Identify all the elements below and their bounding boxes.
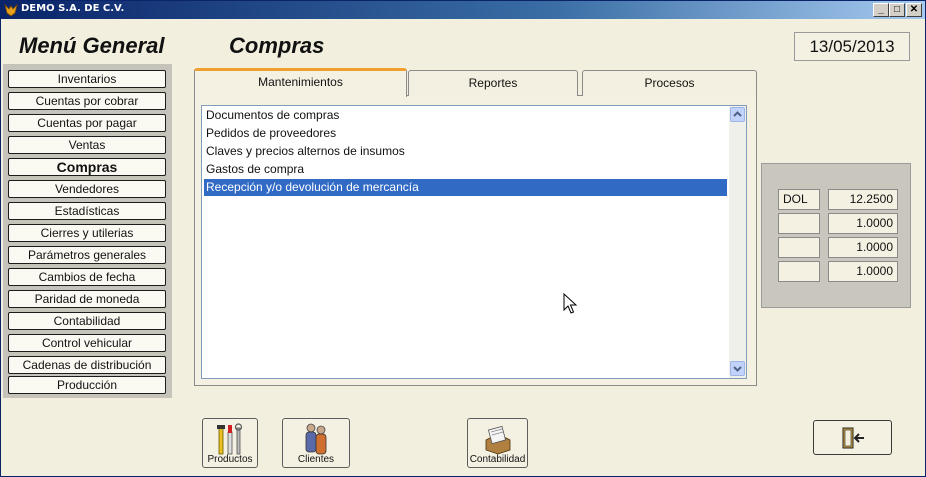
list-item[interactable]: Documentos de compras [204,107,727,124]
exit-button[interactable] [813,420,892,455]
sidebar-item-cadenas[interactable]: Cadenas de distribución [8,356,166,374]
title-bar[interactable]: DEMO S.A. DE C.V. _ □ ✕ [1,1,925,19]
clientes-label: Clientes [297,454,335,465]
people-icon [305,423,327,455]
list-item[interactable]: Claves y precios alternos de insumos [204,143,727,160]
fox-app-icon [4,3,18,17]
sidebar-item-control-vehicular[interactable]: Control vehicular [8,334,166,352]
rate-currency [778,213,820,234]
rate-currency [778,237,820,258]
sidebar-item-cambios-fecha[interactable]: Cambios de fecha [8,268,166,286]
clientes-button[interactable]: Clientes [282,418,350,468]
currency-rates-panel: DOL 12.2500 1.0000 1.0000 1.0000 [761,163,911,308]
sidebar-item-ventas[interactable]: Ventas [8,136,166,154]
contabilidad-label: Contabilidad [469,454,526,465]
rate-value: 1.0000 [828,237,898,258]
window-title: DEMO S.A. DE C.V. [21,3,125,14]
sidebar-item-cierres[interactable]: Cierres y utilerias [8,224,166,242]
list-scrollbar[interactable] [729,106,746,378]
tab-mantenimientos[interactable]: Mantenimientos [194,68,407,97]
exit-door-icon [842,427,864,449]
list-item[interactable]: Pedidos de proveedores [204,125,727,142]
mouse-cursor-icon [563,293,577,314]
scroll-up-button[interactable] [730,107,745,122]
options-list: Documentos de compras Pedidos de proveed… [201,105,747,379]
list-item[interactable]: Gastos de compra [204,161,727,178]
sidebar-item-vendedores[interactable]: Vendedores [8,180,166,198]
sidebar-item-paridad[interactable]: Paridad de moneda [8,290,166,308]
sidebar-item-cuentas-por-pagar[interactable]: Cuentas por pagar [8,114,166,132]
list-item-selected[interactable]: Recepción y/o devolución de mercancía [203,178,728,197]
maximize-button[interactable]: □ [889,3,905,17]
section-title: Compras [229,33,325,58]
tools-icon [217,423,243,455]
sidebar-menu: Inventarios Cuentas por cobrar Cuentas p… [3,64,172,398]
sidebar-item-cuentas-por-cobrar[interactable]: Cuentas por cobrar [8,92,166,110]
tab-content: Documentos de compras Pedidos de proveed… [194,95,757,386]
close-button[interactable]: ✕ [906,3,922,17]
contabilidad-button[interactable]: Contabilidad [467,418,528,468]
sidebar-item-contabilidad[interactable]: Contabilidad [8,312,166,330]
tab-reportes[interactable]: Reportes [408,70,578,96]
sidebar-item-parametros[interactable]: Parámetros generales [8,246,166,264]
rate-currency: DOL [778,189,820,210]
date-display: 13/05/2013 [794,32,910,61]
chevron-down-icon [733,366,742,372]
menu-title: Menú General [19,33,165,58]
sidebar-item-produccion[interactable]: Producción [8,376,166,394]
scroll-down-button[interactable] [730,361,745,376]
productos-button[interactable]: Productos [202,418,258,468]
minimize-button[interactable]: _ [873,3,889,17]
rate-value: 1.0000 [828,261,898,282]
card-file-icon [485,425,510,455]
rate-currency [778,261,820,282]
app-window: DEMO S.A. DE C.V. _ □ ✕ Menú General Com… [0,0,926,477]
productos-label: Productos [207,454,253,465]
sidebar-item-estadisticas[interactable]: Estadísticas [8,202,166,220]
sidebar-item-compras[interactable]: Compras [8,158,166,176]
chevron-up-icon [733,111,742,117]
tab-procesos[interactable]: Procesos [582,70,757,96]
rate-value: 12.2500 [828,189,898,210]
sidebar-item-inventarios[interactable]: Inventarios [8,70,166,88]
rate-value: 1.0000 [828,213,898,234]
tab-panel: Documentos de compras Pedidos de proveed… [194,68,757,386]
